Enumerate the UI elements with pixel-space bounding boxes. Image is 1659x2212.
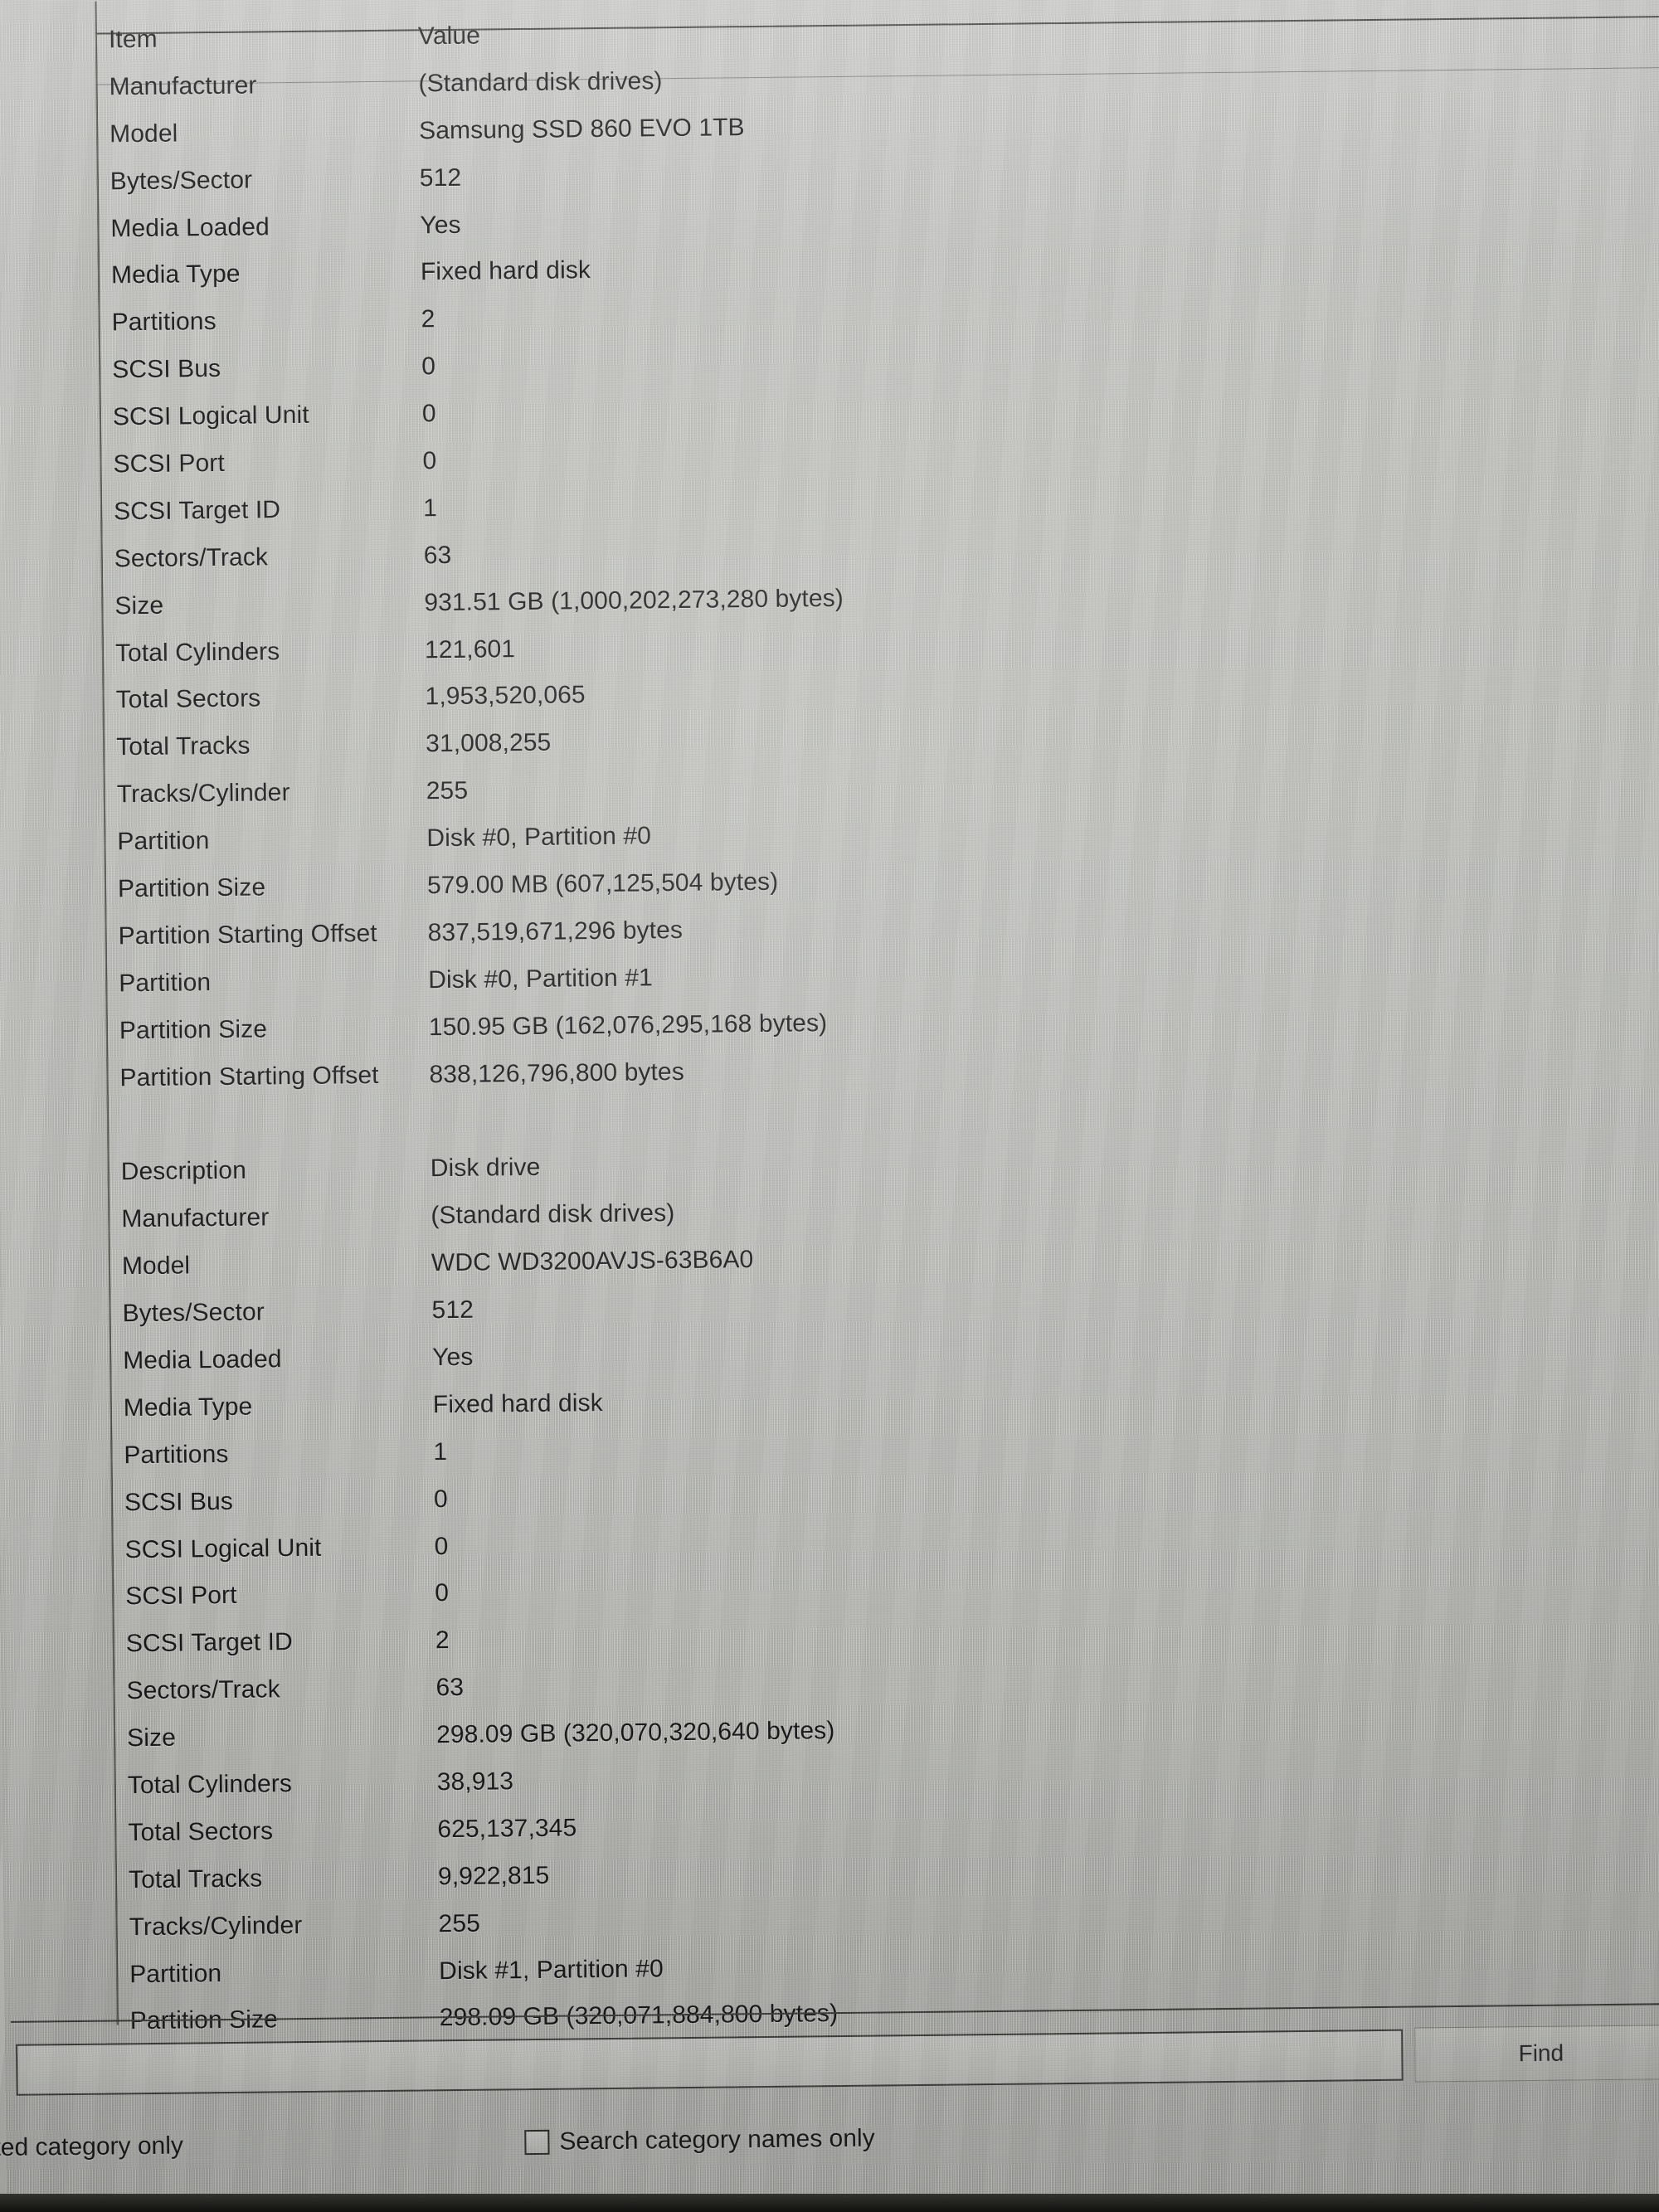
cell-item: Partition (117, 827, 210, 856)
cell-item: Total Cylinders (114, 637, 280, 667)
cell-item: Tracks/Cylinder (129, 1911, 303, 1941)
cell-item: Partition Starting Offset (119, 1061, 379, 1091)
cell-item: Bytes/Sector (122, 1298, 265, 1328)
cell-item: Model (109, 119, 178, 148)
monitor-bezel (0, 2194, 1659, 2212)
search-options-row: ted category only Search category names … (0, 2101, 1659, 2194)
system-information-window: Item Value Manufacturer (Standard disk dr… (0, 0, 1659, 2212)
cell-item: Total Tracks (116, 732, 251, 761)
cell-item: Partition (119, 968, 212, 998)
cell-item: Manufacturer (121, 1203, 270, 1233)
cell-item: Total Sectors (128, 1817, 274, 1847)
cell-item: SCSI Logical Unit (124, 1534, 322, 1563)
cell-item: Bytes/Sector (109, 166, 253, 196)
column-header-value[interactable]: Value (418, 9, 1650, 51)
cell-item: Sectors/Track (126, 1675, 280, 1705)
cell-item: Size (126, 1723, 177, 1753)
search-category-names-checkbox[interactable] (524, 2129, 550, 2156)
cell-item: Media Loaded (110, 212, 270, 242)
cell-item: Total Sectors (115, 684, 261, 714)
cell-item: SCSI Bus (112, 355, 221, 384)
cell-item: SCSI Port (125, 1582, 237, 1611)
search-category-names-label: Search category names only (559, 2124, 875, 2156)
cell-item: Partitions (111, 308, 216, 337)
cell-item: Size (114, 591, 164, 620)
cell-item: Partition Size (117, 873, 266, 903)
cell-item: Partition Starting Offset (118, 919, 377, 950)
cell-item: Total Cylinders (127, 1770, 293, 1800)
cell-item: Manufacturer (109, 71, 257, 101)
cell-item: Model (121, 1252, 191, 1281)
column-header-item[interactable]: Item (109, 22, 418, 54)
cell-item: Sectors/Track (114, 543, 269, 573)
details-list[interactable]: Item Value Manufacturer (Standard disk dr… (109, 9, 1659, 2102)
cell-item: Media Type (110, 260, 241, 289)
cell-item: SCSI Logical Unit (112, 401, 309, 431)
cell-item: SCSI Target ID (113, 496, 281, 526)
cell-item: Media Type (123, 1393, 253, 1422)
cell-item: Partition Size (119, 1015, 268, 1045)
cell-item: Description (120, 1157, 247, 1186)
cell-item: SCSI Target ID (125, 1628, 294, 1658)
find-button[interactable]: Find (1414, 2025, 1659, 2083)
monitor-photo: Item Value Manufacturer (Standard disk dr… (0, 0, 1659, 2212)
cell-item: SCSI Port (113, 449, 225, 479)
cell-item: Media Loaded (123, 1345, 282, 1375)
cell-item: Total Tracks (128, 1864, 263, 1894)
cell-item: Partitions (124, 1440, 229, 1470)
search-category-names-option[interactable]: Search category names only (524, 2125, 875, 2157)
search-selected-category-label[interactable]: ted category only (0, 2132, 183, 2162)
cell-item: Tracks/Cylinder (116, 779, 290, 809)
cell-item: Partition (129, 1959, 222, 1988)
cell-item: SCSI Bus (124, 1487, 234, 1516)
